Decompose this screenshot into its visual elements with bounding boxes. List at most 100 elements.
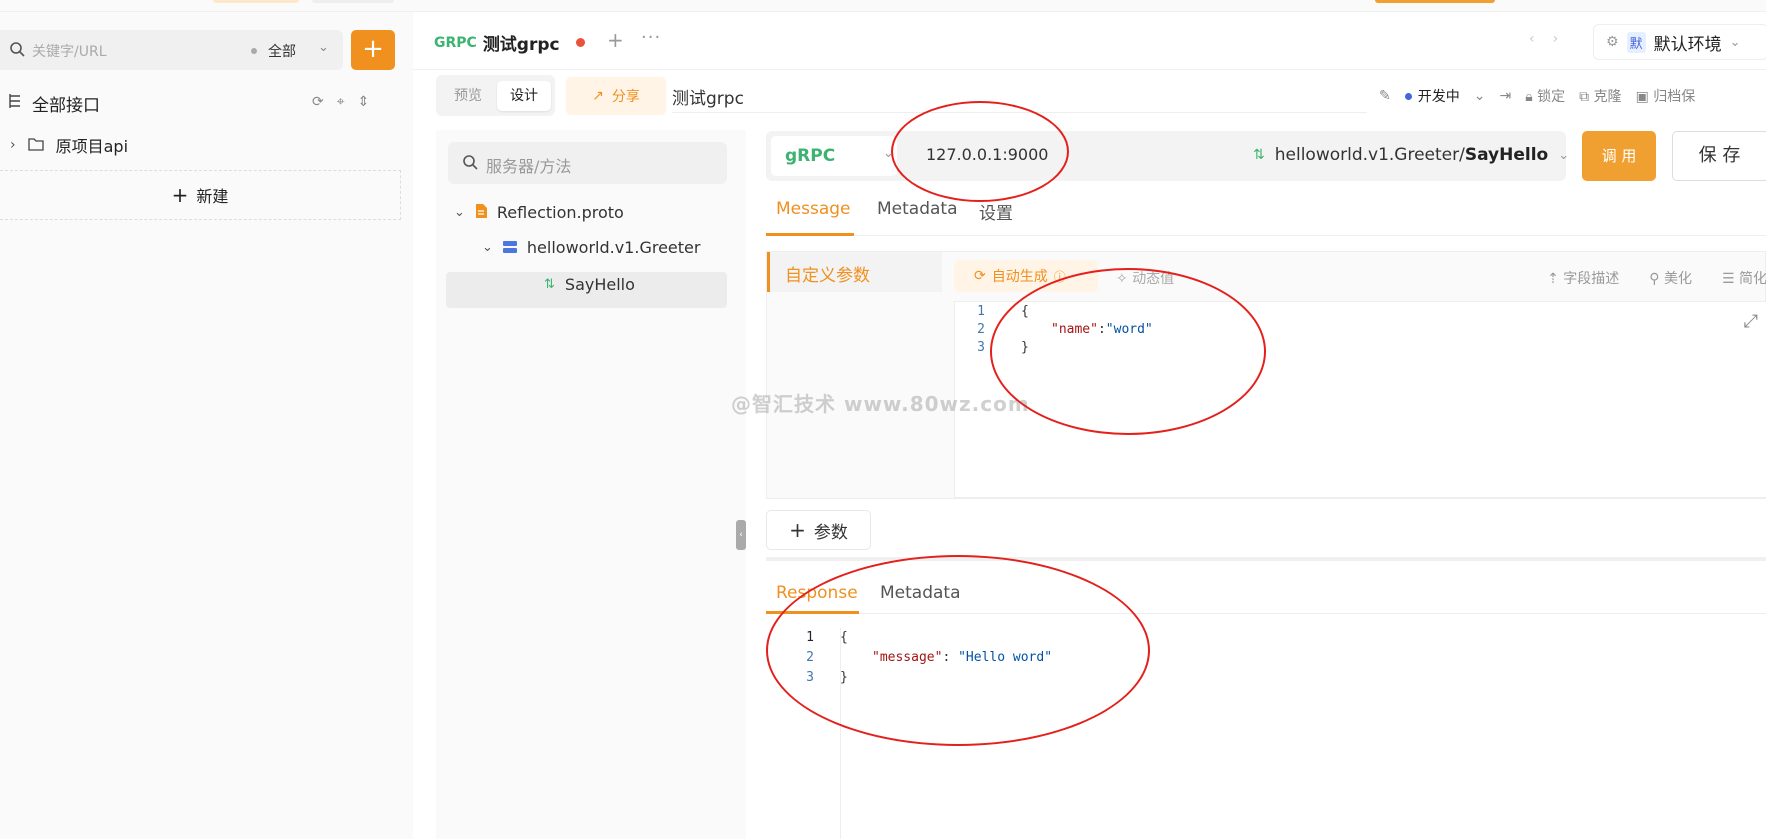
status-dot-icon bbox=[1404, 92, 1412, 100]
chevron-down-icon[interactable]: ⌄ bbox=[318, 40, 329, 55]
transfer-arrows-icon: ⇅ bbox=[1253, 147, 1265, 163]
unsaved-dot-icon bbox=[575, 38, 585, 47]
line-number: 3 bbox=[806, 670, 814, 685]
line-number: 2 bbox=[977, 322, 985, 337]
tab-message[interactable]: Message bbox=[776, 199, 851, 219]
auto-generate-label: 自动生成 bbox=[991, 269, 1048, 285]
tab-title: 测试grpc bbox=[482, 35, 560, 55]
top-strip-button[interactable] bbox=[1375, 0, 1495, 3]
doc-name-underline bbox=[672, 112, 1367, 113]
add-param-button[interactable]: + 参数 bbox=[766, 510, 871, 550]
protocol-select[interactable]: gRPC ⌄ bbox=[771, 136, 897, 176]
arrow-right-icon[interactable]: › bbox=[1553, 31, 1559, 47]
plus-icon: + bbox=[789, 518, 806, 542]
method-label: SayHello bbox=[564, 275, 635, 294]
lock-label: 锁定 bbox=[1537, 89, 1566, 105]
response-code-viewer[interactable]: 1 { 2 "message": "Hello word" 3 } bbox=[766, 628, 1766, 839]
line-number: 3 bbox=[977, 340, 985, 355]
doc-toolbar: ✎ 开发中 ⌄ ⇥ 🔒︎ 锁定 ⧉ 克隆 ▣ 归档保 bbox=[1379, 86, 1695, 106]
service-item[interactable]: ⌄ helloworld.v1.Greeter bbox=[482, 238, 700, 257]
chevron-down-icon[interactable]: ⌄ bbox=[1474, 88, 1486, 104]
chevron-right-icon: › bbox=[10, 137, 16, 153]
all-apis-header[interactable]: 全部接口 bbox=[8, 91, 100, 116]
file-icon bbox=[475, 203, 487, 222]
expand-collapse-icon[interactable]: ⇕ bbox=[358, 94, 370, 110]
chevron-down-icon: ⌄ bbox=[482, 240, 493, 255]
env-name: 默认环境 bbox=[1653, 34, 1722, 55]
tab-bar: GRPC 测试grpc + ··· ‹ › ⚙ 默 默认环境 ⌄ bbox=[413, 12, 1766, 70]
api-search[interactable]: 关键字/URL 全部 ⌄ bbox=[0, 30, 343, 70]
tab-settings[interactable]: 设置 bbox=[979, 199, 1013, 224]
doc-name-input[interactable]: 测试grpc bbox=[672, 84, 744, 109]
dynamic-value-button[interactable]: ✧ 动态值 bbox=[1116, 268, 1174, 288]
method-name: SayHello bbox=[1464, 145, 1549, 165]
chevron-down-icon: ⌄ bbox=[1729, 34, 1741, 50]
split-divider[interactable] bbox=[766, 557, 1766, 561]
edit-icon[interactable]: ✎ bbox=[1379, 88, 1391, 104]
field-desc-button[interactable]: ⇡ 字段描述 bbox=[1547, 268, 1619, 288]
transfer-arrows-icon: ⇅ bbox=[544, 277, 555, 292]
plus-icon: + bbox=[171, 183, 189, 207]
tab-test-grpc[interactable]: GRPC 测试grpc bbox=[434, 30, 585, 55]
add-param-label: 参数 bbox=[813, 522, 848, 543]
active-tab-underline bbox=[766, 611, 859, 614]
outdent-icon[interactable]: ⇥ bbox=[1499, 88, 1511, 104]
editor-toolbar: ⟳ 自动生成 ⓘ ✧ 动态值 ⇡ 字段描述 ⚲ 美化 ☰ 简化 bbox=[954, 260, 1766, 292]
simplify-label: 简化 bbox=[1739, 271, 1766, 287]
expand-icon[interactable]: ⤢ bbox=[1744, 312, 1758, 332]
new-tab-button[interactable]: + bbox=[607, 28, 624, 52]
method-item[interactable]: ⇅ SayHello bbox=[544, 275, 635, 294]
scope-select[interactable]: 全部 bbox=[268, 41, 296, 61]
chevron-down-icon: ⌄ bbox=[883, 146, 894, 161]
collapse-panel-handle[interactable]: ‹ bbox=[736, 520, 746, 550]
save-button[interactable]: 保 存 bbox=[1672, 131, 1766, 181]
json-sep: : bbox=[1097, 322, 1106, 337]
all-apis-title: 全部接口 bbox=[32, 96, 100, 116]
search-icon bbox=[9, 41, 25, 61]
code-gutter bbox=[840, 628, 841, 839]
service-search-input[interactable]: 服务器/方法 bbox=[448, 142, 727, 184]
beautify-label: 美化 bbox=[1663, 271, 1692, 287]
share-button[interactable]: ↗ 分享 bbox=[566, 77, 666, 115]
tab-response-metadata[interactable]: Metadata bbox=[880, 583, 961, 603]
more-tabs-button[interactable]: ··· bbox=[641, 27, 661, 48]
code-line: } bbox=[840, 670, 848, 685]
refresh-icon[interactable]: ⟳ bbox=[312, 94, 324, 110]
add-api-button[interactable]: + bbox=[351, 30, 395, 70]
mode-preview[interactable]: 预览 bbox=[441, 81, 495, 111]
auto-generate-button[interactable]: ⟳ 自动生成 ⓘ bbox=[954, 260, 1098, 292]
status-select[interactable]: 开发中 bbox=[1404, 86, 1460, 106]
invoke-button[interactable]: 调 用 bbox=[1582, 131, 1656, 181]
share-icon: ↗ bbox=[592, 88, 604, 104]
lock-button[interactable]: 🔒︎ 锁定 bbox=[1525, 86, 1565, 106]
json-key: "message" bbox=[872, 650, 943, 665]
arrow-left-icon[interactable]: ‹ bbox=[1529, 31, 1535, 47]
simplify-button[interactable]: ☰ 简化 bbox=[1722, 268, 1766, 288]
mode-design[interactable]: 设计 bbox=[497, 81, 551, 111]
message-code-editor[interactable]: 1 { 2 "name":"word" 3 } ⤢ bbox=[954, 301, 1766, 498]
environment-select[interactable]: ⚙ 默 默认环境 ⌄ bbox=[1593, 24, 1766, 60]
clone-button[interactable]: ⧉ 克隆 bbox=[1579, 86, 1621, 106]
archive-button[interactable]: ▣ 归档保 bbox=[1636, 86, 1696, 106]
top-strip-tab[interactable] bbox=[312, 0, 394, 3]
json-key: "name" bbox=[1051, 322, 1098, 337]
editor-right-tools: ⇡ 字段描述 ⚲ 美化 ☰ 简化 bbox=[1547, 268, 1766, 288]
new-item-label: 新建 bbox=[196, 187, 229, 206]
tree-folder-item[interactable]: › 原项目api bbox=[10, 133, 128, 157]
method-select[interactable]: ⇅ helloworld.v1.Greeter/SayHello ⌄ bbox=[1253, 145, 1569, 165]
archive-label: 归档保 bbox=[1653, 89, 1696, 105]
beautify-button[interactable]: ⚲ 美化 bbox=[1649, 268, 1692, 288]
tab-response[interactable]: Response bbox=[776, 583, 858, 603]
custom-params-tab[interactable]: 自定义参数 bbox=[767, 252, 942, 292]
tab-metadata[interactable]: Metadata bbox=[877, 199, 958, 219]
help-icon: ⓘ bbox=[1053, 269, 1066, 284]
proto-file-item[interactable]: ⌄ Reflection.proto bbox=[454, 203, 624, 222]
json-value: "word" bbox=[1105, 322, 1153, 337]
message-panel: 自定义参数 ⟳ 自动生成 ⓘ ✧ 动态值 ⇡ 字段描述 ⚲ 美化 ☰ 简化 1 … bbox=[766, 251, 1766, 499]
locate-icon[interactable]: ⌖ bbox=[337, 94, 345, 110]
field-desc-label: 字段描述 bbox=[1563, 271, 1620, 287]
top-strip-tab[interactable] bbox=[213, 0, 299, 3]
address-input[interactable]: 127.0.0.1:9000 bbox=[926, 145, 1048, 164]
code-line: { bbox=[840, 630, 848, 645]
new-item-button[interactable]: + 新建 bbox=[0, 170, 401, 220]
